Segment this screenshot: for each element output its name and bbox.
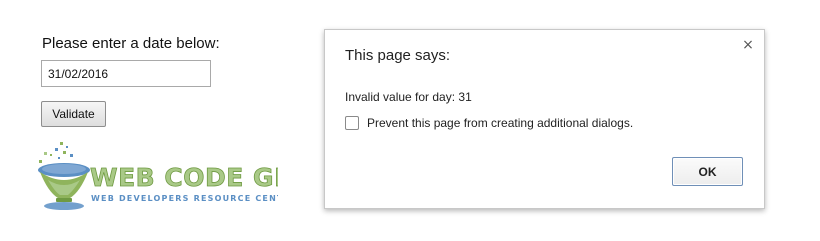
- alert-dialog: This page says: × Invalid value for day:…: [324, 29, 765, 209]
- prevent-dialogs-checkbox[interactable]: [345, 116, 359, 130]
- logo-graphic: WEB CODE GEEKS WEB DEVELOPERS RESOURCE C…: [38, 142, 348, 210]
- logo-tagline-text: WEB DEVELOPERS RESOURCE CENTER: [91, 194, 278, 203]
- date-input[interactable]: [41, 60, 211, 87]
- page: Please enter a date below: Validate WEB …: [0, 0, 820, 241]
- prevent-dialogs-label[interactable]: Prevent this page from creating addition…: [367, 116, 633, 130]
- ok-button[interactable]: OK: [672, 157, 743, 186]
- web-code-geeks-logo: WEB CODE GEEKS WEB DEVELOPERS RESOURCE C…: [28, 140, 348, 215]
- close-icon[interactable]: ×: [741, 38, 755, 52]
- date-prompt-label: Please enter a date below:: [42, 35, 220, 52]
- prevent-dialogs-option[interactable]: Prevent this page from creating addition…: [345, 116, 633, 130]
- logo-name-text: WEB CODE GEEKS: [90, 163, 278, 192]
- validate-button[interactable]: Validate: [41, 101, 106, 127]
- dialog-title: This page says:: [345, 47, 451, 64]
- dialog-message: Invalid value for day: 31: [345, 90, 472, 104]
